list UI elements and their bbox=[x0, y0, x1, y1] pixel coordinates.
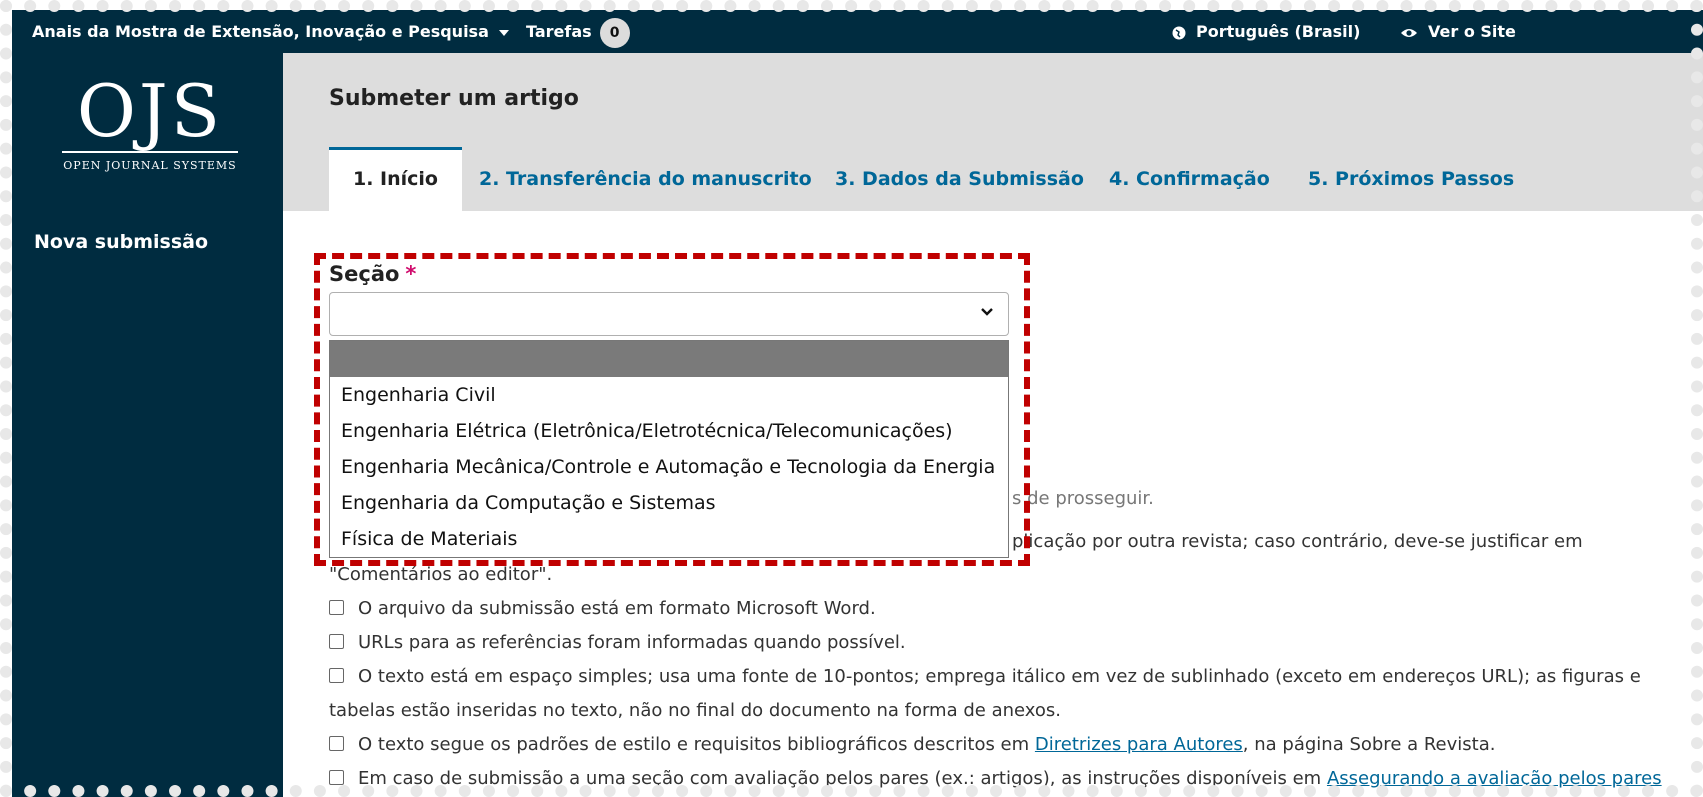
eye-icon bbox=[1401, 28, 1417, 37]
tasks-link[interactable]: Tarefas 0 bbox=[526, 10, 630, 53]
peer-review-link[interactable]: Assegurando a avaliação pelos pares bbox=[1327, 768, 1662, 789]
language-label: Português (Brasil) bbox=[1196, 22, 1361, 41]
caret-down-icon bbox=[498, 29, 509, 36]
checklist-item-6: Em caso de submissão a uma seção com ava… bbox=[329, 768, 1662, 789]
checklist-item-1-continued: "Comentários ao editor". bbox=[329, 564, 553, 585]
author-guidelines-link[interactable]: Diretrizes para Autores bbox=[1035, 734, 1243, 755]
globe-icon bbox=[1172, 26, 1186, 39]
checklist-item-2-text: O arquivo da submissão está em formato M… bbox=[358, 598, 876, 619]
view-site-label: Ver o Site bbox=[1428, 22, 1516, 41]
sidebar: OJS OPEN JOURNAL SYSTEMS Nova submissão bbox=[12, 53, 283, 797]
tab-start[interactable]: 1. Início bbox=[329, 147, 462, 211]
checklist-item-1-fragment: plicação por outra revista; caso contrár… bbox=[1012, 531, 1583, 552]
tab-upload-manuscript[interactable]: 2. Transferência do manuscrito bbox=[479, 147, 812, 211]
checklist-item-2: O arquivo da submissão está em formato M… bbox=[329, 598, 876, 619]
checklist-intro-fragment: s de prosseguir. bbox=[1012, 488, 1154, 509]
tasks-count-badge: 0 bbox=[599, 17, 630, 48]
checklist-item-5: O texto segue os padrões de estilo e req… bbox=[329, 734, 1495, 755]
checklist-item-3-text: URLs para as referências foram informada… bbox=[358, 632, 906, 653]
required-marker: * bbox=[405, 262, 417, 286]
checkbox[interactable] bbox=[329, 769, 344, 785]
logo-letters: OJS bbox=[76, 69, 224, 153]
tab-submission-data[interactable]: 3. Dados da Submissão bbox=[835, 147, 1084, 211]
journal-name: Anais da Mostra de Extensão, Inovação e … bbox=[32, 22, 489, 41]
page-header: Submeter um artigo 1. Início 2. Transfer… bbox=[283, 53, 1703, 211]
dropdown-option[interactable]: Engenharia da Computação e Sistemas bbox=[330, 485, 1008, 521]
section-label-text: Seção bbox=[329, 262, 400, 286]
checklist-item-5-post: , na página Sobre a Revista. bbox=[1242, 734, 1496, 755]
checklist-item-5-pre: O texto segue os padrões de estilo e req… bbox=[358, 734, 1030, 755]
tab-confirmation[interactable]: 4. Confirmação bbox=[1109, 147, 1270, 211]
checkbox[interactable] bbox=[329, 735, 344, 751]
section-dropdown-list: Engenharia Civil Engenharia Elétrica (El… bbox=[329, 340, 1009, 558]
dropdown-option[interactable]: Engenharia Elétrica (Eletrônica/Eletroté… bbox=[330, 413, 1008, 449]
tab-next-steps[interactable]: 5. Próximos Passos bbox=[1308, 147, 1514, 211]
checklist-item-4-continued: tabelas estão inseridas no texto, não no… bbox=[329, 700, 1061, 721]
checklist-item-6-pre: Em caso de submissão a uma seção com ava… bbox=[358, 768, 1322, 789]
language-switcher[interactable]: Português (Brasil) bbox=[1172, 10, 1360, 53]
dropdown-option-empty[interactable] bbox=[330, 341, 1008, 377]
checkbox[interactable] bbox=[329, 633, 344, 649]
logo-subtitle: OPEN JOURNAL SYSTEMS bbox=[63, 159, 237, 172]
checklist-item-3: URLs para as referências foram informada… bbox=[329, 632, 906, 653]
chevron-down-icon bbox=[981, 308, 993, 316]
journal-switcher[interactable]: Anais da Mostra de Extensão, Inovação e … bbox=[32, 10, 509, 53]
page-title: Submeter um artigo bbox=[329, 86, 579, 111]
section-select[interactable] bbox=[329, 292, 1009, 336]
tasks-label: Tarefas bbox=[526, 22, 592, 41]
checklist-item-4-text: O texto está em espaço simples; usa uma … bbox=[358, 666, 1641, 687]
dropdown-option[interactable]: Engenharia Civil bbox=[330, 377, 1008, 413]
checkbox[interactable] bbox=[329, 667, 344, 683]
checklist-item-4: O texto está em espaço simples; usa uma … bbox=[329, 666, 1641, 687]
ojs-logo[interactable]: OJS OPEN JOURNAL SYSTEMS bbox=[50, 73, 250, 172]
checkbox[interactable] bbox=[329, 599, 344, 615]
sidebar-item-new-submission[interactable]: Nova submissão bbox=[34, 231, 208, 253]
top-navigation-bar: Anais da Mostra de Extensão, Inovação e … bbox=[12, 10, 1703, 53]
view-site-link[interactable]: Ver o Site bbox=[1400, 10, 1516, 53]
section-field-label: Seção * bbox=[329, 262, 416, 286]
dropdown-option[interactable]: Engenharia Mecânica/Controle e Automação… bbox=[330, 449, 1008, 485]
dropdown-option[interactable]: Física de Materiais bbox=[330, 521, 1008, 557]
